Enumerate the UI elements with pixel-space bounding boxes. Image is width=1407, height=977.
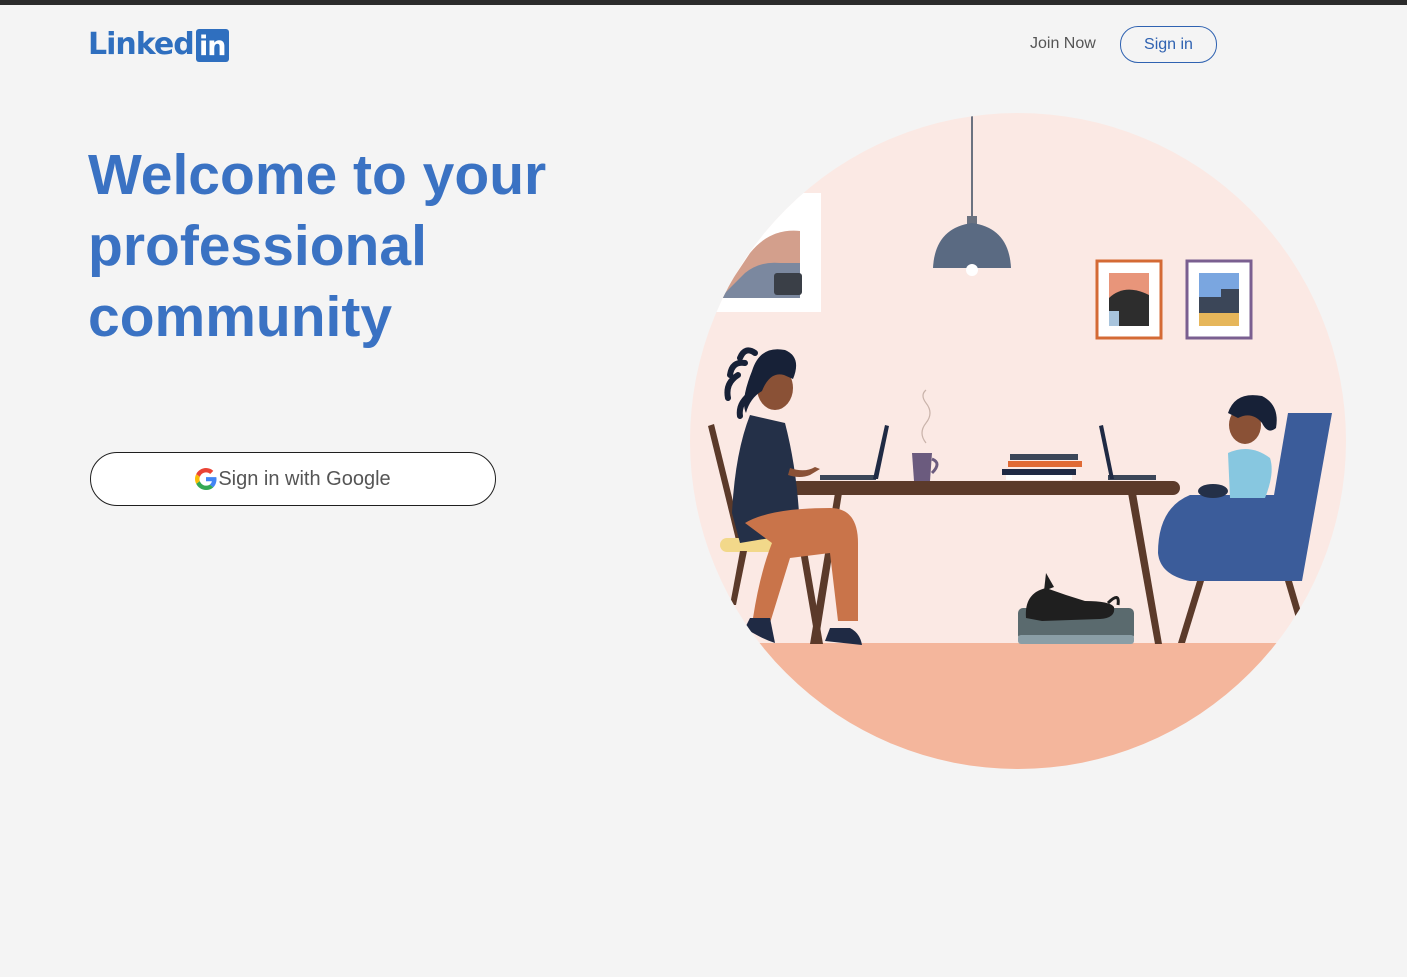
wall-frame-purple <box>1185 259 1253 340</box>
books <box>1002 454 1082 480</box>
wall-frame-orange <box>1095 259 1163 340</box>
google-button-label: Sign in with Google <box>218 467 391 490</box>
sign-in-button[interactable]: Sign in <box>1120 26 1217 63</box>
google-icon <box>195 468 217 490</box>
join-now-link[interactable]: Join Now <box>1030 34 1096 54</box>
logo-in-box: in <box>195 28 229 62</box>
linkedin-logo[interactable]: Linked in <box>88 28 229 62</box>
sign-in-with-google-button[interactable]: Sign in with Google <box>90 452 496 506</box>
hero-illustration <box>690 113 1346 769</box>
page-title: Welcome to your professional community <box>88 143 547 349</box>
logo-wordmark: Linked <box>88 27 195 62</box>
wall-art-left <box>690 193 821 312</box>
top-border <box>0 0 1407 5</box>
